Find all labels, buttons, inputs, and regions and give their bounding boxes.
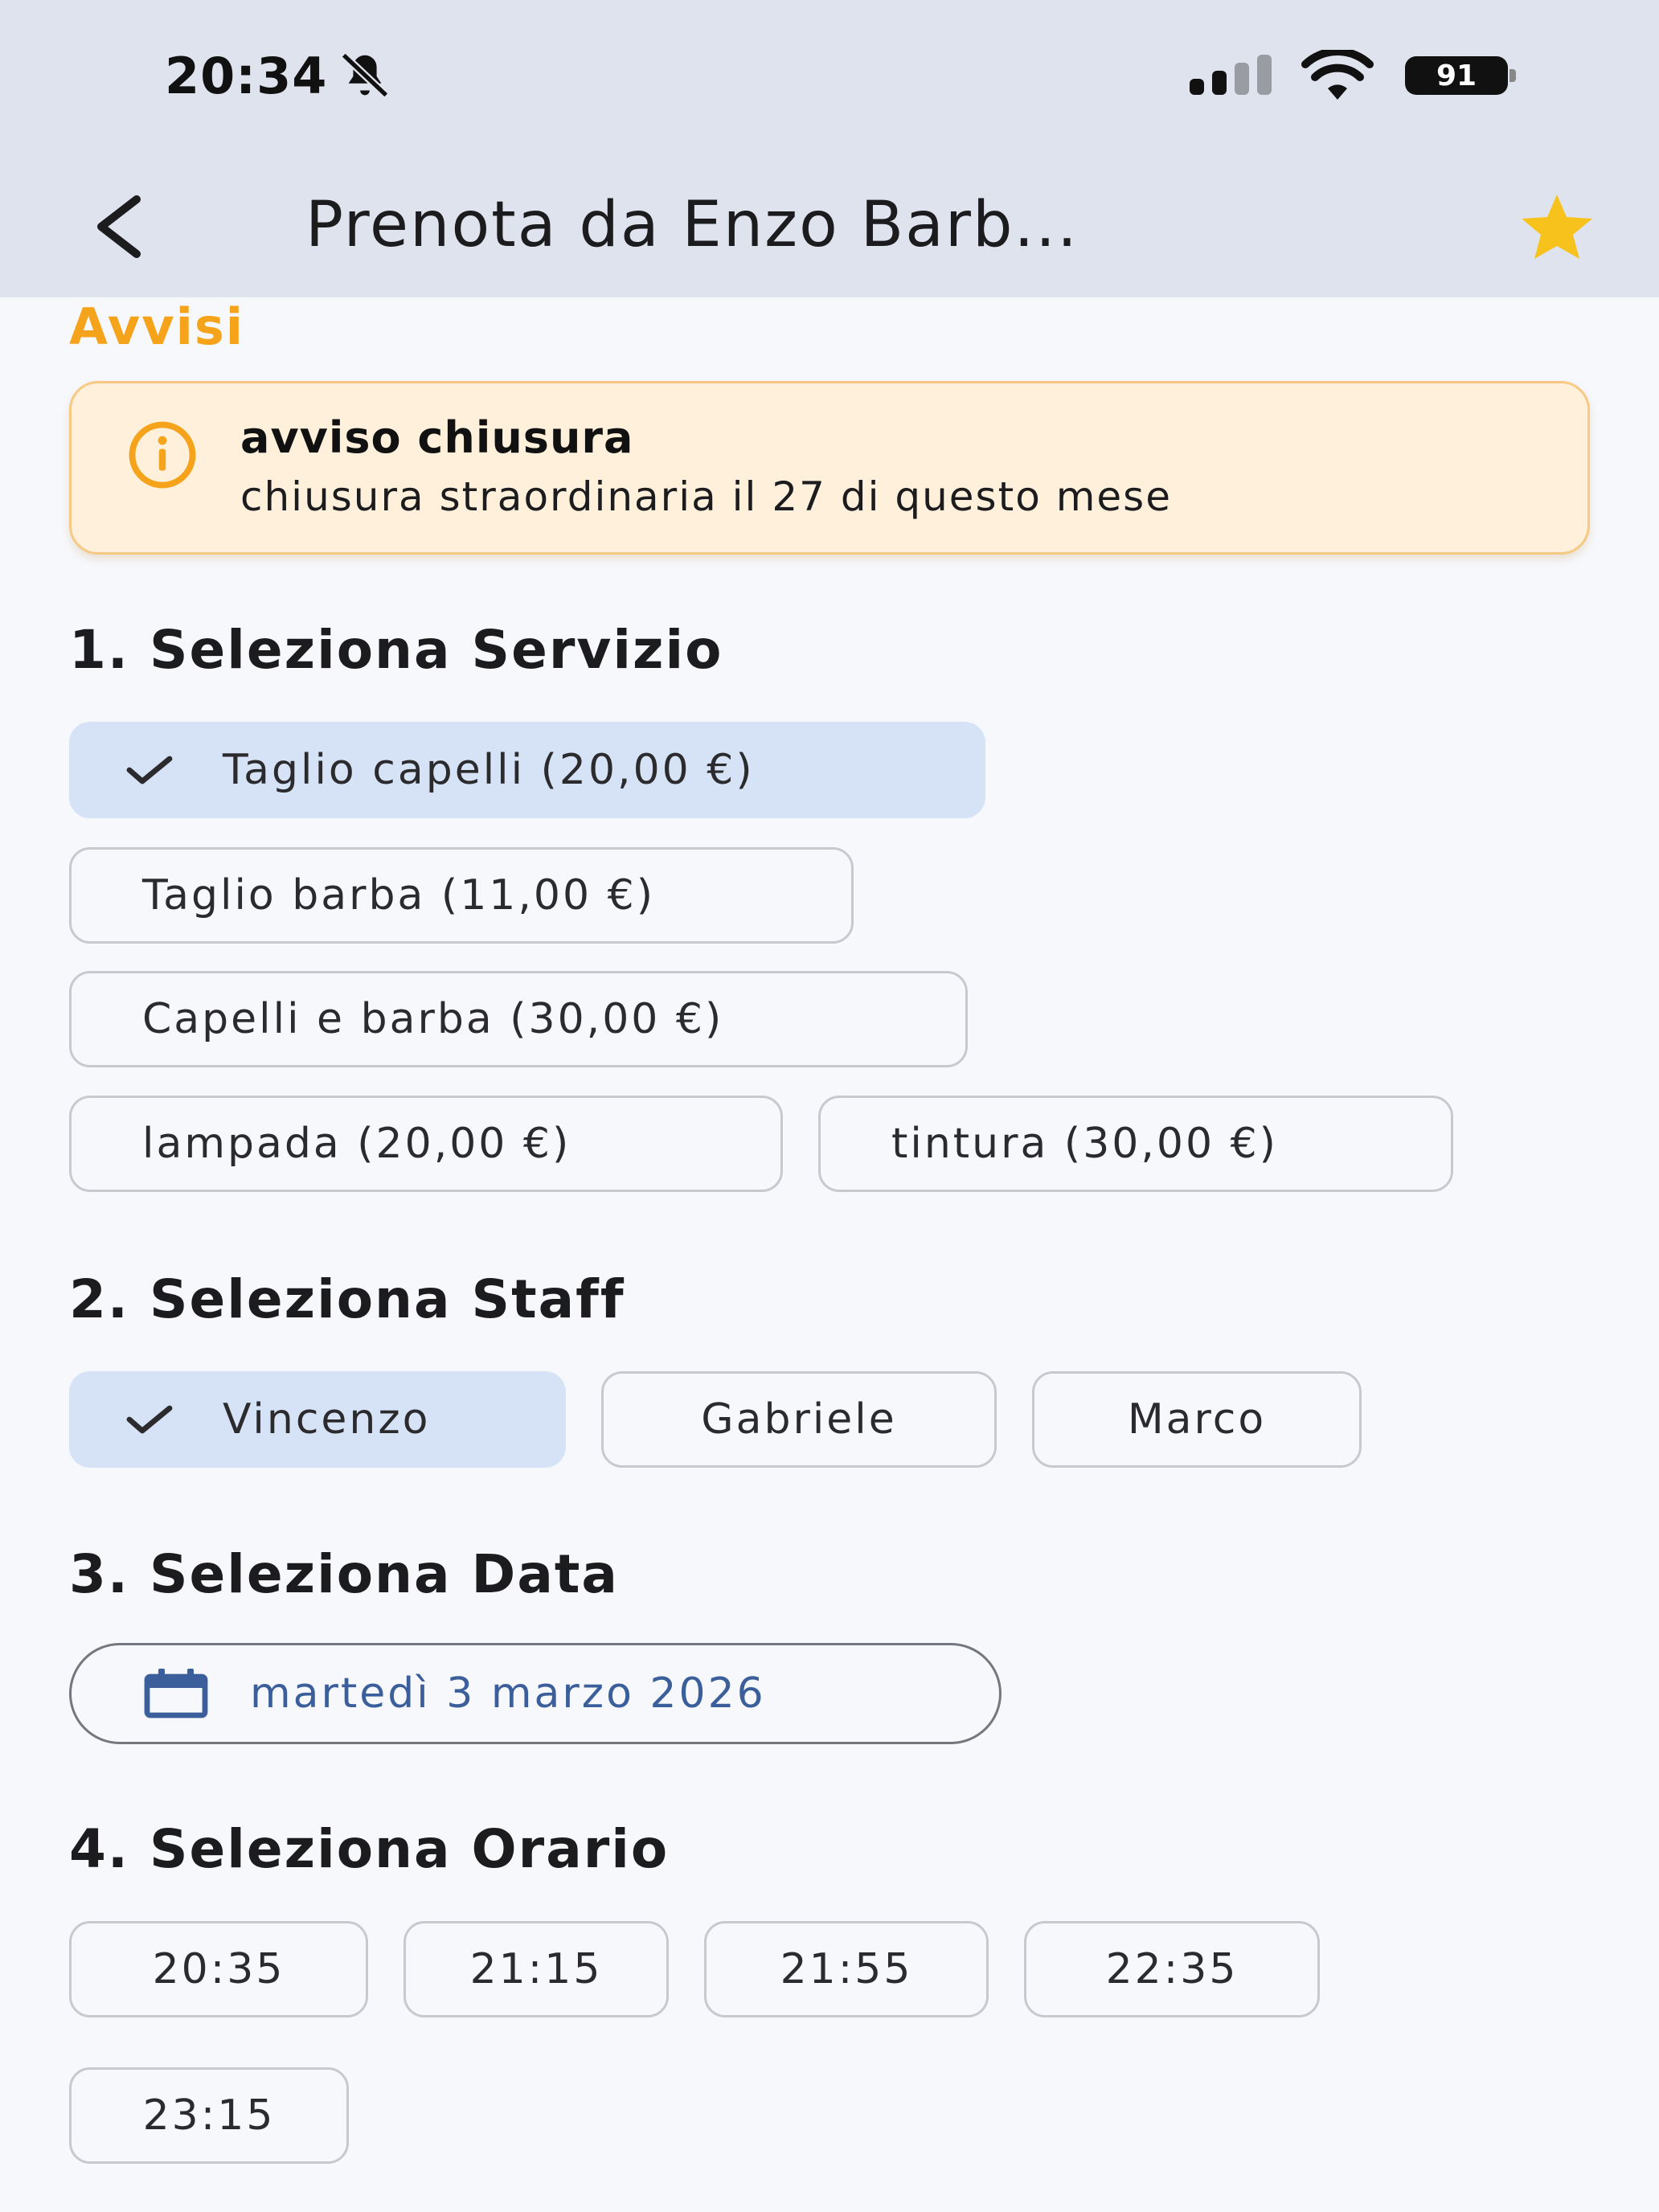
service-chip-label: Capelli e barba (30,00 €) xyxy=(142,995,724,1043)
time-slot-label: 20:35 xyxy=(152,1945,285,1993)
service-chip-lampada[interactable]: lampada (20,00 €) xyxy=(69,1096,783,1192)
time-slot-label: 21:15 xyxy=(469,1945,603,1993)
time-slot-2155[interactable]: 21:55 xyxy=(704,1921,989,2017)
star-icon[interactable] xyxy=(1515,193,1599,260)
time-slot-label: 23:15 xyxy=(142,2091,276,2140)
time-slot-2035[interactable]: 20:35 xyxy=(69,1921,368,2017)
staff-chip-marco[interactable]: Marco xyxy=(1032,1371,1362,1468)
service-heading: 1. Seleziona Servizio xyxy=(69,619,723,681)
service-chip-label: Taglio capelli (20,00 €) xyxy=(223,746,755,794)
signal-icon xyxy=(1190,55,1272,95)
service-chip-label: tintura (30,00 €) xyxy=(891,1120,1278,1168)
date-heading: 3. Seleziona Data xyxy=(69,1543,619,1605)
battery-level: 91 xyxy=(1405,56,1508,95)
notice-text: chiusura straordinaria il 27 di questo m… xyxy=(240,473,1172,520)
staff-chip-label: Vincenzo xyxy=(223,1395,431,1444)
battery-tip xyxy=(1509,69,1516,82)
info-icon xyxy=(129,421,196,489)
service-chip-taglio-barba[interactable]: Taglio barba (11,00 €) xyxy=(69,847,854,944)
back-arrow-icon[interactable] xyxy=(88,193,150,260)
staff-heading: 2. Seleziona Staff xyxy=(69,1268,625,1330)
service-chip-label: lampada (20,00 €) xyxy=(142,1120,571,1168)
calendar-icon xyxy=(144,1669,208,1718)
time-heading: 4. Seleziona Orario xyxy=(69,1818,670,1880)
date-picker-button[interactable]: martedì 3 marzo 2026 xyxy=(69,1643,1002,1744)
status-time: 20:34 xyxy=(165,47,393,105)
page-title: Prenota da Enzo Barb... xyxy=(305,189,1079,261)
time-slot-2115[interactable]: 21:15 xyxy=(403,1921,669,2017)
battery-icon: 91 xyxy=(1405,56,1516,95)
time-slot-label: 21:55 xyxy=(780,1945,913,1993)
staff-chip-label: Gabriele xyxy=(701,1395,897,1444)
staff-chip-gabriele[interactable]: Gabriele xyxy=(601,1371,997,1468)
status-time-text: 20:34 xyxy=(165,47,328,105)
top-app-bar: 20:34 91 Prenota da Enzo Barb... xyxy=(0,0,1659,297)
service-chip-label: Taglio barba (11,00 €) xyxy=(142,871,655,920)
notice-title: avviso chiusura xyxy=(240,412,634,463)
time-slot-label: 22:35 xyxy=(1105,1945,1239,1993)
notices-heading: Avvisi xyxy=(69,297,245,356)
check-icon xyxy=(126,1405,173,1434)
selected-date: martedì 3 marzo 2026 xyxy=(250,1669,766,1718)
staff-chip-vincenzo[interactable]: Vincenzo xyxy=(69,1371,566,1468)
bell-off-icon xyxy=(341,51,390,98)
wifi-icon xyxy=(1301,50,1374,100)
notice-card: avviso chiusura chiusura straordinaria i… xyxy=(69,381,1590,555)
time-slot-2235[interactable]: 22:35 xyxy=(1024,1921,1320,2017)
service-chip-taglio-capelli[interactable]: Taglio capelli (20,00 €) xyxy=(69,722,985,818)
staff-chip-label: Marco xyxy=(1127,1395,1267,1444)
time-slot-2315[interactable]: 23:15 xyxy=(69,2067,349,2164)
service-chip-tintura[interactable]: tintura (30,00 €) xyxy=(818,1096,1453,1192)
service-chip-capelli-e-barba[interactable]: Capelli e barba (30,00 €) xyxy=(69,971,968,1067)
check-icon xyxy=(126,756,173,784)
